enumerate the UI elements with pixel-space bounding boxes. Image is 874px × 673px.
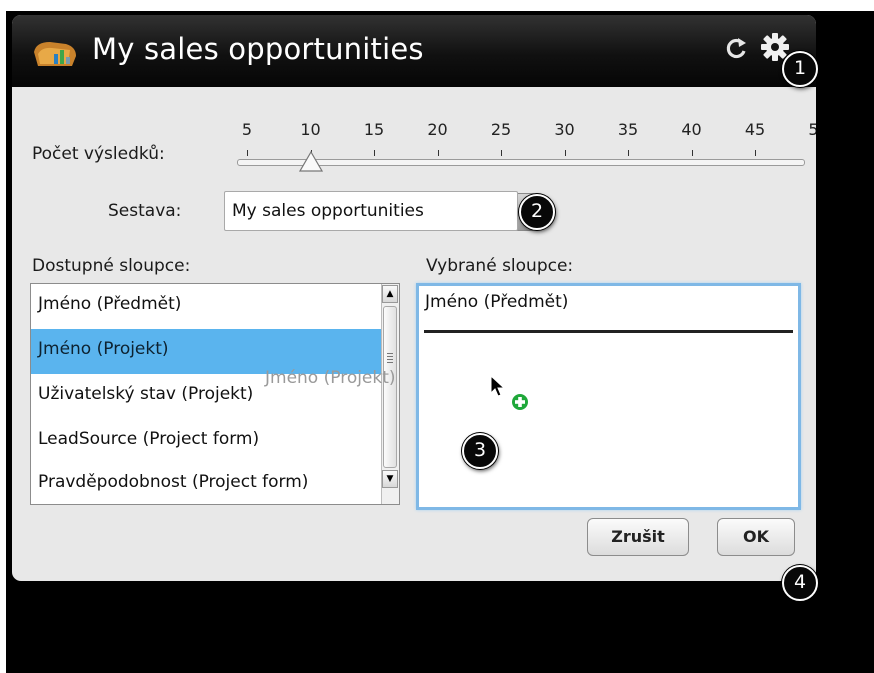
- results-count-label: Počet výsledků:: [32, 144, 165, 164]
- slider-tick-mark: [437, 150, 439, 156]
- scroll-up-arrow-icon[interactable]: ▲: [382, 285, 398, 303]
- drag-add-cursor-icon: [490, 375, 528, 410]
- callout-badge: 2: [519, 194, 555, 230]
- slider-tick-mark: [501, 150, 502, 156]
- list-item[interactable]: Jméno (Předmět): [31, 284, 381, 329]
- callout-badge: 1: [782, 51, 818, 87]
- slider-tick-mark: [628, 150, 629, 156]
- available-columns-list[interactable]: Jméno (Předmět) Jméno (Projekt) Uživatel…: [30, 283, 400, 505]
- refresh-icon[interactable]: [723, 35, 749, 61]
- list-item[interactable]: LeadSource (Project form): [31, 419, 381, 464]
- list-item[interactable]: Jméno (Předmět): [425, 292, 568, 312]
- window-title: My sales opportunities: [92, 32, 424, 66]
- slider-tick-label: 50: [808, 120, 816, 139]
- slider-tick-label: 15: [363, 120, 385, 139]
- title-bar: My sales opportunities: [12, 15, 816, 87]
- slider-tick-label: 25: [490, 120, 512, 139]
- settings-dialog: My sales opportunities Počet výsledků: 5…: [12, 15, 816, 581]
- slider-tick-label: 10: [300, 120, 321, 139]
- background-strip-top: [0, 0, 874, 11]
- results-slider-thumb[interactable]: [298, 151, 323, 173]
- slider-tick-mark: [755, 150, 756, 156]
- cancel-button[interactable]: Zrušit: [587, 518, 689, 556]
- slider-tick-mark: [374, 150, 375, 156]
- report-label: Sestava:: [108, 201, 182, 221]
- slider-tick-label: 45: [744, 120, 766, 139]
- scroll-down-arrow-icon[interactable]: ▼: [382, 470, 398, 488]
- report-field[interactable]: My sales opportunities: [224, 191, 518, 231]
- slider-tick-label: 20: [427, 120, 448, 139]
- slider-tick-label: 35: [617, 120, 639, 139]
- ok-button[interactable]: OK: [717, 518, 795, 556]
- available-list-scrollbar[interactable]: ▲ ▼: [381, 284, 399, 504]
- selected-columns-label: Vybrané sloupce:: [426, 256, 574, 276]
- selected-columns-list[interactable]: Jméno (Předmět): [416, 283, 801, 510]
- slider-tick-label: 5: [241, 120, 253, 139]
- slider-tick-label: 40: [681, 120, 702, 139]
- slider-tick-label: 30: [554, 120, 575, 139]
- callout-badge: 3: [462, 433, 498, 469]
- drag-ghost-label: Jméno (Projekt): [265, 368, 396, 388]
- background-strip-left: [0, 0, 6, 673]
- available-columns-label: Dostupné sloupce:: [32, 256, 191, 276]
- callout-badge: 4: [782, 565, 818, 601]
- slider-tick-mark: [691, 150, 693, 156]
- drop-indicator: [424, 330, 793, 333]
- slider-tick-mark: [247, 150, 248, 156]
- list-item[interactable]: Pravděpodobnost (Project form): [31, 462, 381, 504]
- slider-tick-mark: [564, 150, 566, 156]
- briefcase-chart-icon: [34, 42, 76, 66]
